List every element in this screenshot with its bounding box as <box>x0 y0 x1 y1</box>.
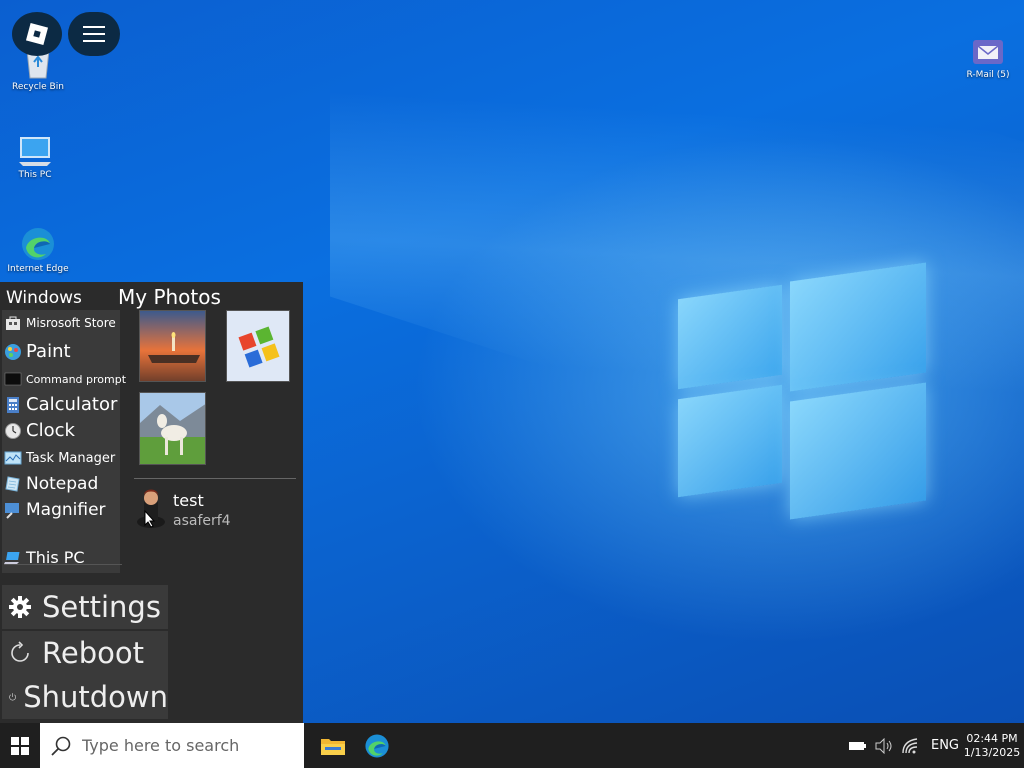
user-profile[interactable]: test asaferf4 <box>134 488 294 534</box>
taskbar-file-explorer[interactable] <box>312 723 354 768</box>
wifi-icon <box>902 737 918 753</box>
taskbar-edge[interactable] <box>356 723 398 768</box>
start-menu: Windows My Photos Misrosoft Store Paint … <box>0 282 303 723</box>
battery-icon <box>849 741 866 750</box>
user-divider <box>134 478 296 479</box>
photo-tile[interactable] <box>139 392 206 465</box>
app-item-clock[interactable]: Clock <box>4 420 75 441</box>
desktop-icon-label: This PC <box>18 170 52 180</box>
magnifier-icon <box>5 503 19 519</box>
hamburger-menu-button[interactable] <box>68 12 120 56</box>
app-item-task-manager[interactable]: Task Manager <box>4 449 115 467</box>
windows-start-icon <box>11 736 29 755</box>
app-item-calculator[interactable]: Calculator <box>4 394 117 415</box>
mouse-cursor-icon <box>144 510 156 528</box>
app-item-paint[interactable]: Paint <box>4 341 71 362</box>
app-label: Notepad <box>26 474 99 494</box>
photo-tile[interactable] <box>139 310 206 382</box>
app-label: This PC <box>26 548 85 567</box>
desktop-icon-label: R-Mail (5) <box>966 70 1010 80</box>
photos-header: My Photos <box>118 285 221 309</box>
clock-icon <box>5 422 21 439</box>
user-handle: asaferf4 <box>173 513 231 529</box>
clock-display[interactable]: 02:44 PM 1/13/2025 <box>962 723 1022 768</box>
edge-icon <box>22 228 54 260</box>
search-input[interactable] <box>82 736 282 755</box>
app-label: Calculator <box>26 394 118 415</box>
user-name: test <box>173 491 204 510</box>
network-indicator[interactable] <box>898 723 924 768</box>
photo-candle-sunset <box>140 311 205 381</box>
taskbar: ENG 02:44 PM 1/13/2025 <box>0 723 1024 768</box>
date-text: 1/13/2025 <box>963 745 1021 759</box>
app-label: Misrosoft Store <box>26 316 116 330</box>
power-icon <box>9 693 16 701</box>
reboot-button[interactable]: Reboot <box>2 631 168 675</box>
speaker-icon <box>875 737 892 754</box>
desktop-icon-label: Recycle Bin <box>12 82 64 92</box>
paint-icon <box>5 343 21 360</box>
app-item-magnifier[interactable]: Magnifier <box>4 500 106 520</box>
desktop-icon-r-mail[interactable]: R-Mail (5) <box>953 38 1023 80</box>
battery-indicator[interactable] <box>846 723 870 768</box>
desktop-icon-this-pc[interactable]: This PC <box>0 134 70 180</box>
search-icon <box>51 736 71 756</box>
gear-icon <box>9 596 31 618</box>
computer-icon <box>4 551 20 564</box>
file-explorer-icon <box>321 738 345 755</box>
shutdown-button[interactable]: Shutdown <box>2 675 168 719</box>
roblox-button[interactable] <box>12 12 62 56</box>
volume-indicator[interactable] <box>872 723 896 768</box>
photo-tile[interactable] <box>226 310 290 382</box>
apps-header: Windows <box>6 288 82 308</box>
edge-icon <box>365 733 389 758</box>
app-label: Clock <box>26 420 75 441</box>
task-manager-icon <box>4 451 22 465</box>
shutdown-label: Shutdown <box>23 680 168 714</box>
app-label: Magnifier <box>26 500 106 520</box>
reboot-label: Reboot <box>42 636 144 670</box>
language-indicator[interactable]: ENG <box>928 723 962 768</box>
app-label: Command prompt <box>26 372 127 386</box>
desktop-icon-label: Internet Edge <box>7 264 69 274</box>
roblox-icon <box>25 22 49 46</box>
mail-icon <box>973 40 1003 64</box>
windows-logo-wallpaper <box>676 256 928 520</box>
settings-label: Settings <box>42 590 161 624</box>
app-item-this-pc[interactable]: This PC <box>4 548 85 567</box>
photo-windows-xp-logo <box>227 311 289 381</box>
notepad-icon <box>5 476 20 492</box>
taskbar-search[interactable] <box>40 723 304 768</box>
hamburger-menu-icon <box>83 26 105 42</box>
desktop-icon-internet-edge[interactable]: Internet Edge <box>3 226 73 274</box>
app-label: Task Manager <box>26 450 116 466</box>
terminal-icon <box>4 372 22 386</box>
photo-goat-meadow <box>140 393 205 464</box>
store-icon <box>6 316 20 330</box>
app-item-notepad[interactable]: Notepad <box>4 474 98 494</box>
calculator-icon <box>7 396 19 413</box>
computer-icon <box>19 137 51 166</box>
reboot-icon <box>11 641 29 662</box>
settings-button[interactable]: Settings <box>2 585 168 629</box>
app-item-command-prompt[interactable]: Command prompt <box>4 370 126 388</box>
start-button[interactable] <box>0 723 40 768</box>
time-text: 02:44 PM <box>966 731 1018 745</box>
app-item-store[interactable]: Misrosoft Store <box>4 314 116 332</box>
app-list: Misrosoft Store Paint Command prompt Cal… <box>2 310 126 573</box>
app-label: Paint <box>26 341 71 362</box>
